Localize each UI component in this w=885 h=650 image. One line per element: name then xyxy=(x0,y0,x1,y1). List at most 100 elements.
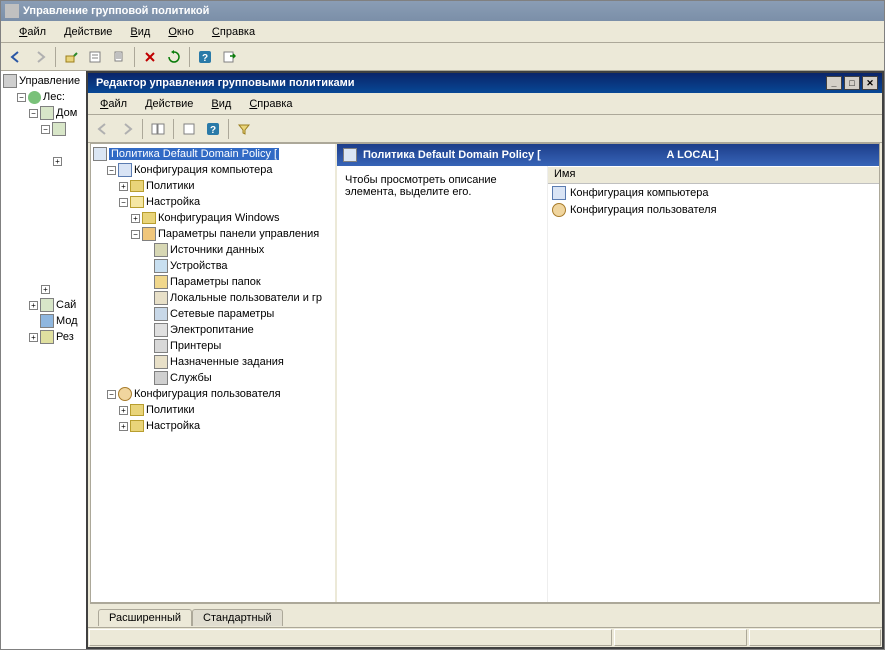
list-item-label: Конфигурация пользователя xyxy=(570,204,717,216)
properties-button[interactable] xyxy=(178,118,200,140)
tree-label: Политики xyxy=(146,180,195,192)
collapse-icon[interactable]: − xyxy=(119,198,128,207)
toolbar-separator xyxy=(142,119,143,139)
tree-label: Сай xyxy=(56,299,76,311)
export-button[interactable] xyxy=(218,46,240,68)
list-item-computer-config[interactable]: Конфигурация компьютера xyxy=(548,184,879,201)
minimize-button[interactable]: _ xyxy=(826,76,842,90)
delete-button[interactable] xyxy=(139,46,161,68)
tree-scheduled-tasks[interactable]: Назначенные задания xyxy=(93,354,333,370)
policy-icon xyxy=(343,148,357,162)
status-cell xyxy=(614,629,746,646)
collapse-icon[interactable]: − xyxy=(107,390,116,399)
tree-label: Локальные пользователи и гр xyxy=(170,292,322,304)
tree-control-panel[interactable]: − Параметры панели управления xyxy=(93,226,333,242)
show-hide-tree-button[interactable] xyxy=(147,118,169,140)
user-icon xyxy=(552,203,566,217)
tree-policies[interactable]: + Политики xyxy=(93,402,333,418)
svg-text:?: ? xyxy=(202,53,208,64)
tree-services[interactable]: Службы xyxy=(93,370,333,386)
tree-settings[interactable]: + Настройка xyxy=(93,418,333,434)
control-panel-icon xyxy=(142,227,156,241)
description-pane: Чтобы просмотреть описание элемента, выд… xyxy=(337,166,547,602)
tab-standard[interactable]: Стандартный xyxy=(192,609,283,626)
tree-devices[interactable]: Устройства xyxy=(93,258,333,274)
scheduled-task-icon xyxy=(154,355,168,369)
close-button[interactable]: ✕ xyxy=(862,76,878,90)
menu-help[interactable]: Справка xyxy=(204,24,263,40)
detail-content: Чтобы просмотреть описание элемента, выд… xyxy=(337,166,879,602)
tree-computer-config[interactable]: − Конфигурация компьютера xyxy=(93,162,333,178)
menu-help[interactable]: Справка xyxy=(241,96,300,112)
device-icon xyxy=(154,259,168,273)
menu-action[interactable]: Действие xyxy=(137,96,201,112)
help-button[interactable]: ? xyxy=(194,46,216,68)
network-icon xyxy=(154,307,168,321)
tree-network[interactable]: Сетевые параметры xyxy=(93,306,333,322)
expand-icon[interactable]: + xyxy=(41,285,50,294)
menu-action[interactable]: Действие xyxy=(56,24,120,40)
back-button[interactable] xyxy=(5,46,27,68)
inner-tree[interactable]: Политика Default Domain Policy [ − Конфи… xyxy=(91,144,337,602)
tree-local-users[interactable]: Локальные пользователи и гр xyxy=(93,290,333,306)
tree-root-policy[interactable]: Политика Default Domain Policy [ xyxy=(93,146,333,162)
tree-label: Устройства xyxy=(170,260,228,272)
tree-policies[interactable]: + Политики xyxy=(93,178,333,194)
forward-button[interactable] xyxy=(29,46,51,68)
inner-statusbar xyxy=(88,627,882,647)
copy-button[interactable] xyxy=(108,46,130,68)
list-pane[interactable]: Имя Конфигурация компьютера Конфигурация… xyxy=(547,166,879,602)
tree-label: Конфигурация Windows xyxy=(158,212,280,224)
tree-power[interactable]: Электропитание xyxy=(93,322,333,338)
menu-file[interactable]: Файл xyxy=(11,24,54,40)
policy-icon xyxy=(93,147,107,161)
back-button[interactable] xyxy=(92,118,114,140)
tree-folder-options[interactable]: Параметры папок xyxy=(93,274,333,290)
outer-menubar: Файл Действие Вид Окно Справка xyxy=(1,21,884,43)
collapse-icon[interactable]: − xyxy=(29,109,38,118)
filter-button[interactable] xyxy=(233,118,255,140)
datasource-icon xyxy=(154,243,168,257)
expand-icon[interactable]: + xyxy=(53,157,62,166)
collapse-icon[interactable]: − xyxy=(17,93,26,102)
expand-icon[interactable]: + xyxy=(119,406,128,415)
collapse-icon[interactable]: − xyxy=(131,230,140,239)
menu-file[interactable]: Файл xyxy=(92,96,135,112)
help-button[interactable]: ? xyxy=(202,118,224,140)
maximize-button[interactable]: □ xyxy=(844,76,860,90)
menu-window[interactable]: Окно xyxy=(160,24,202,40)
refresh-button[interactable] xyxy=(163,46,185,68)
up-button[interactable] xyxy=(60,46,82,68)
list-item-label: Конфигурация компьютера xyxy=(570,187,708,199)
folder-open-icon xyxy=(130,196,144,208)
list-item-user-config[interactable]: Конфигурация пользователя xyxy=(548,201,879,218)
forward-button[interactable] xyxy=(116,118,138,140)
collapse-icon[interactable]: − xyxy=(107,166,116,175)
tree-settings[interactable]: − Настройка xyxy=(93,194,333,210)
tree-data-sources[interactable]: Источники данных xyxy=(93,242,333,258)
tab-bar: Расширенный Стандартный xyxy=(90,603,880,625)
modeling-icon xyxy=(40,314,54,328)
results-icon xyxy=(40,330,54,344)
menu-view[interactable]: Вид xyxy=(122,24,158,40)
inner-titlebar: Редактор управления групповыми политикам… xyxy=(88,73,882,93)
collapse-icon[interactable]: − xyxy=(41,125,50,134)
outer-titlebar: Управление групповой политикой xyxy=(1,1,884,21)
list-column-header[interactable]: Имя xyxy=(548,166,879,184)
tree-windows-config[interactable]: + Конфигурация Windows xyxy=(93,210,333,226)
expand-icon[interactable]: + xyxy=(29,301,38,310)
outer-window: Управление групповой политикой Файл Дейс… xyxy=(0,0,885,650)
tab-extended[interactable]: Расширенный xyxy=(98,609,192,626)
power-icon xyxy=(154,323,168,337)
tree-printers[interactable]: Принтеры xyxy=(93,338,333,354)
expand-icon[interactable]: + xyxy=(29,333,38,342)
folder-icon xyxy=(130,180,144,192)
tree-user-config[interactable]: − Конфигурация пользователя xyxy=(93,386,333,402)
expand-icon[interactable]: + xyxy=(119,422,128,431)
menu-view[interactable]: Вид xyxy=(203,96,239,112)
properties-button[interactable] xyxy=(84,46,106,68)
expand-icon[interactable]: + xyxy=(131,214,140,223)
tree-label: Конфигурация пользователя xyxy=(134,388,281,400)
folder-icon xyxy=(130,404,144,416)
expand-icon[interactable]: + xyxy=(119,182,128,191)
